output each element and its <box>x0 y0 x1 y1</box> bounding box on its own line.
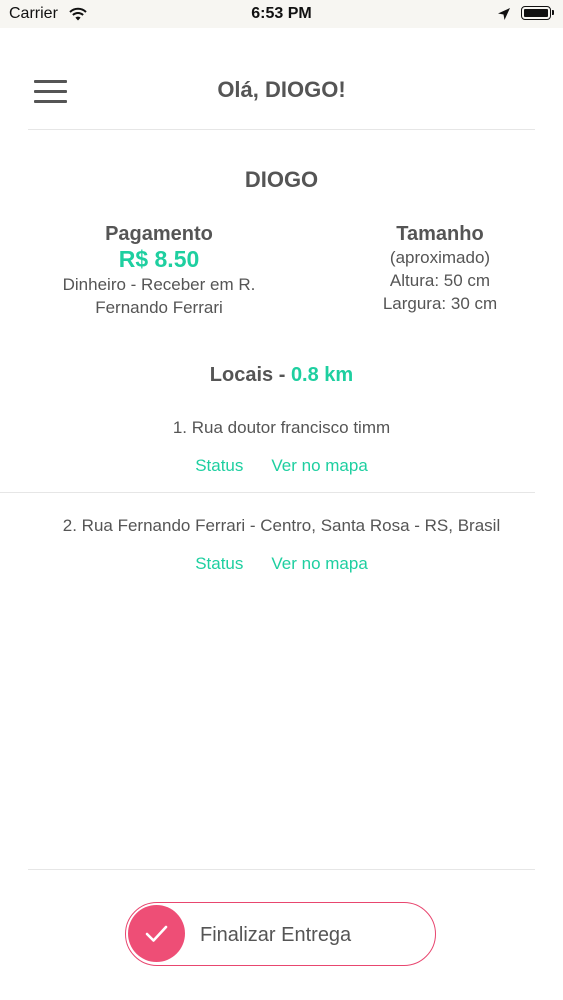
location-links-1: Status Ver no mapa <box>0 456 563 476</box>
size-heading: Tamanho <box>396 223 484 245</box>
battery-icon <box>521 6 554 20</box>
size-width: Largura: 30 cm <box>382 294 498 313</box>
size-section: Tamanho (aproximado) Altura: 50 cm Largu… <box>340 222 540 315</box>
footer-divider <box>28 869 535 870</box>
locations-label: Locais - <box>209 364 291 386</box>
size-height: Altura: 50 cm <box>389 271 491 290</box>
status-link-1[interactable]: Status <box>195 456 243 475</box>
locations-distance: 0.8 km <box>290 364 354 386</box>
payment-method-line2: Fernando Ferrari <box>95 298 223 317</box>
page-title: Olá, DIOGO! <box>217 77 346 102</box>
header-divider <box>28 129 535 130</box>
location-address-2: 2. Rua Fernando Ferrari - Centro, Santa … <box>62 516 501 535</box>
location-arrow-icon <box>497 7 511 26</box>
payment-section: Pagamento R$ 8.50 Dinheiro - Receber em … <box>39 222 279 319</box>
payment-amount: R$ 8.50 <box>118 246 200 272</box>
status-link-2[interactable]: Status <box>195 554 243 573</box>
status-bar: Carrier 6:53 PM <box>0 0 563 28</box>
payment-method-line1: Dinheiro - Receber em R. <box>62 275 256 294</box>
location-divider <box>0 492 535 493</box>
locations-heading: Locais - 0.8 km <box>0 364 563 387</box>
map-link-2[interactable]: Ver no mapa <box>271 554 367 573</box>
location-links-2: Status Ver no mapa <box>0 554 563 574</box>
checkmark-icon <box>128 905 185 962</box>
finalize-delivery-button[interactable]: Finalizar Entrega <box>125 902 436 966</box>
size-note: (aproximado) <box>389 248 491 267</box>
map-link-1[interactable]: Ver no mapa <box>271 456 367 475</box>
finalize-delivery-label: Finalizar Entrega <box>200 924 352 946</box>
location-address-1: 1. Rua doutor francisco timm <box>172 418 391 437</box>
payment-heading: Pagamento <box>105 223 213 245</box>
clock: 6:53 PM <box>251 5 312 22</box>
client-name: DIOGO <box>244 167 319 192</box>
